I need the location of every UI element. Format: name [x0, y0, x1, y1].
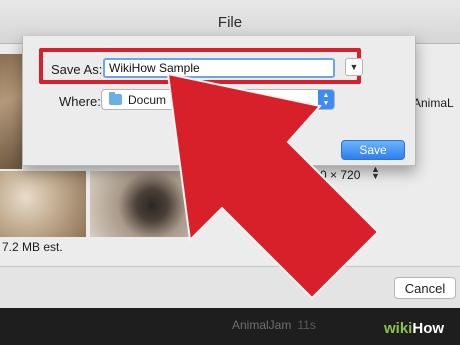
wikihow-watermark: wikiHow [384, 320, 445, 337]
annotation-arrow [166, 72, 380, 300]
red-arrow-icon [166, 72, 380, 300]
